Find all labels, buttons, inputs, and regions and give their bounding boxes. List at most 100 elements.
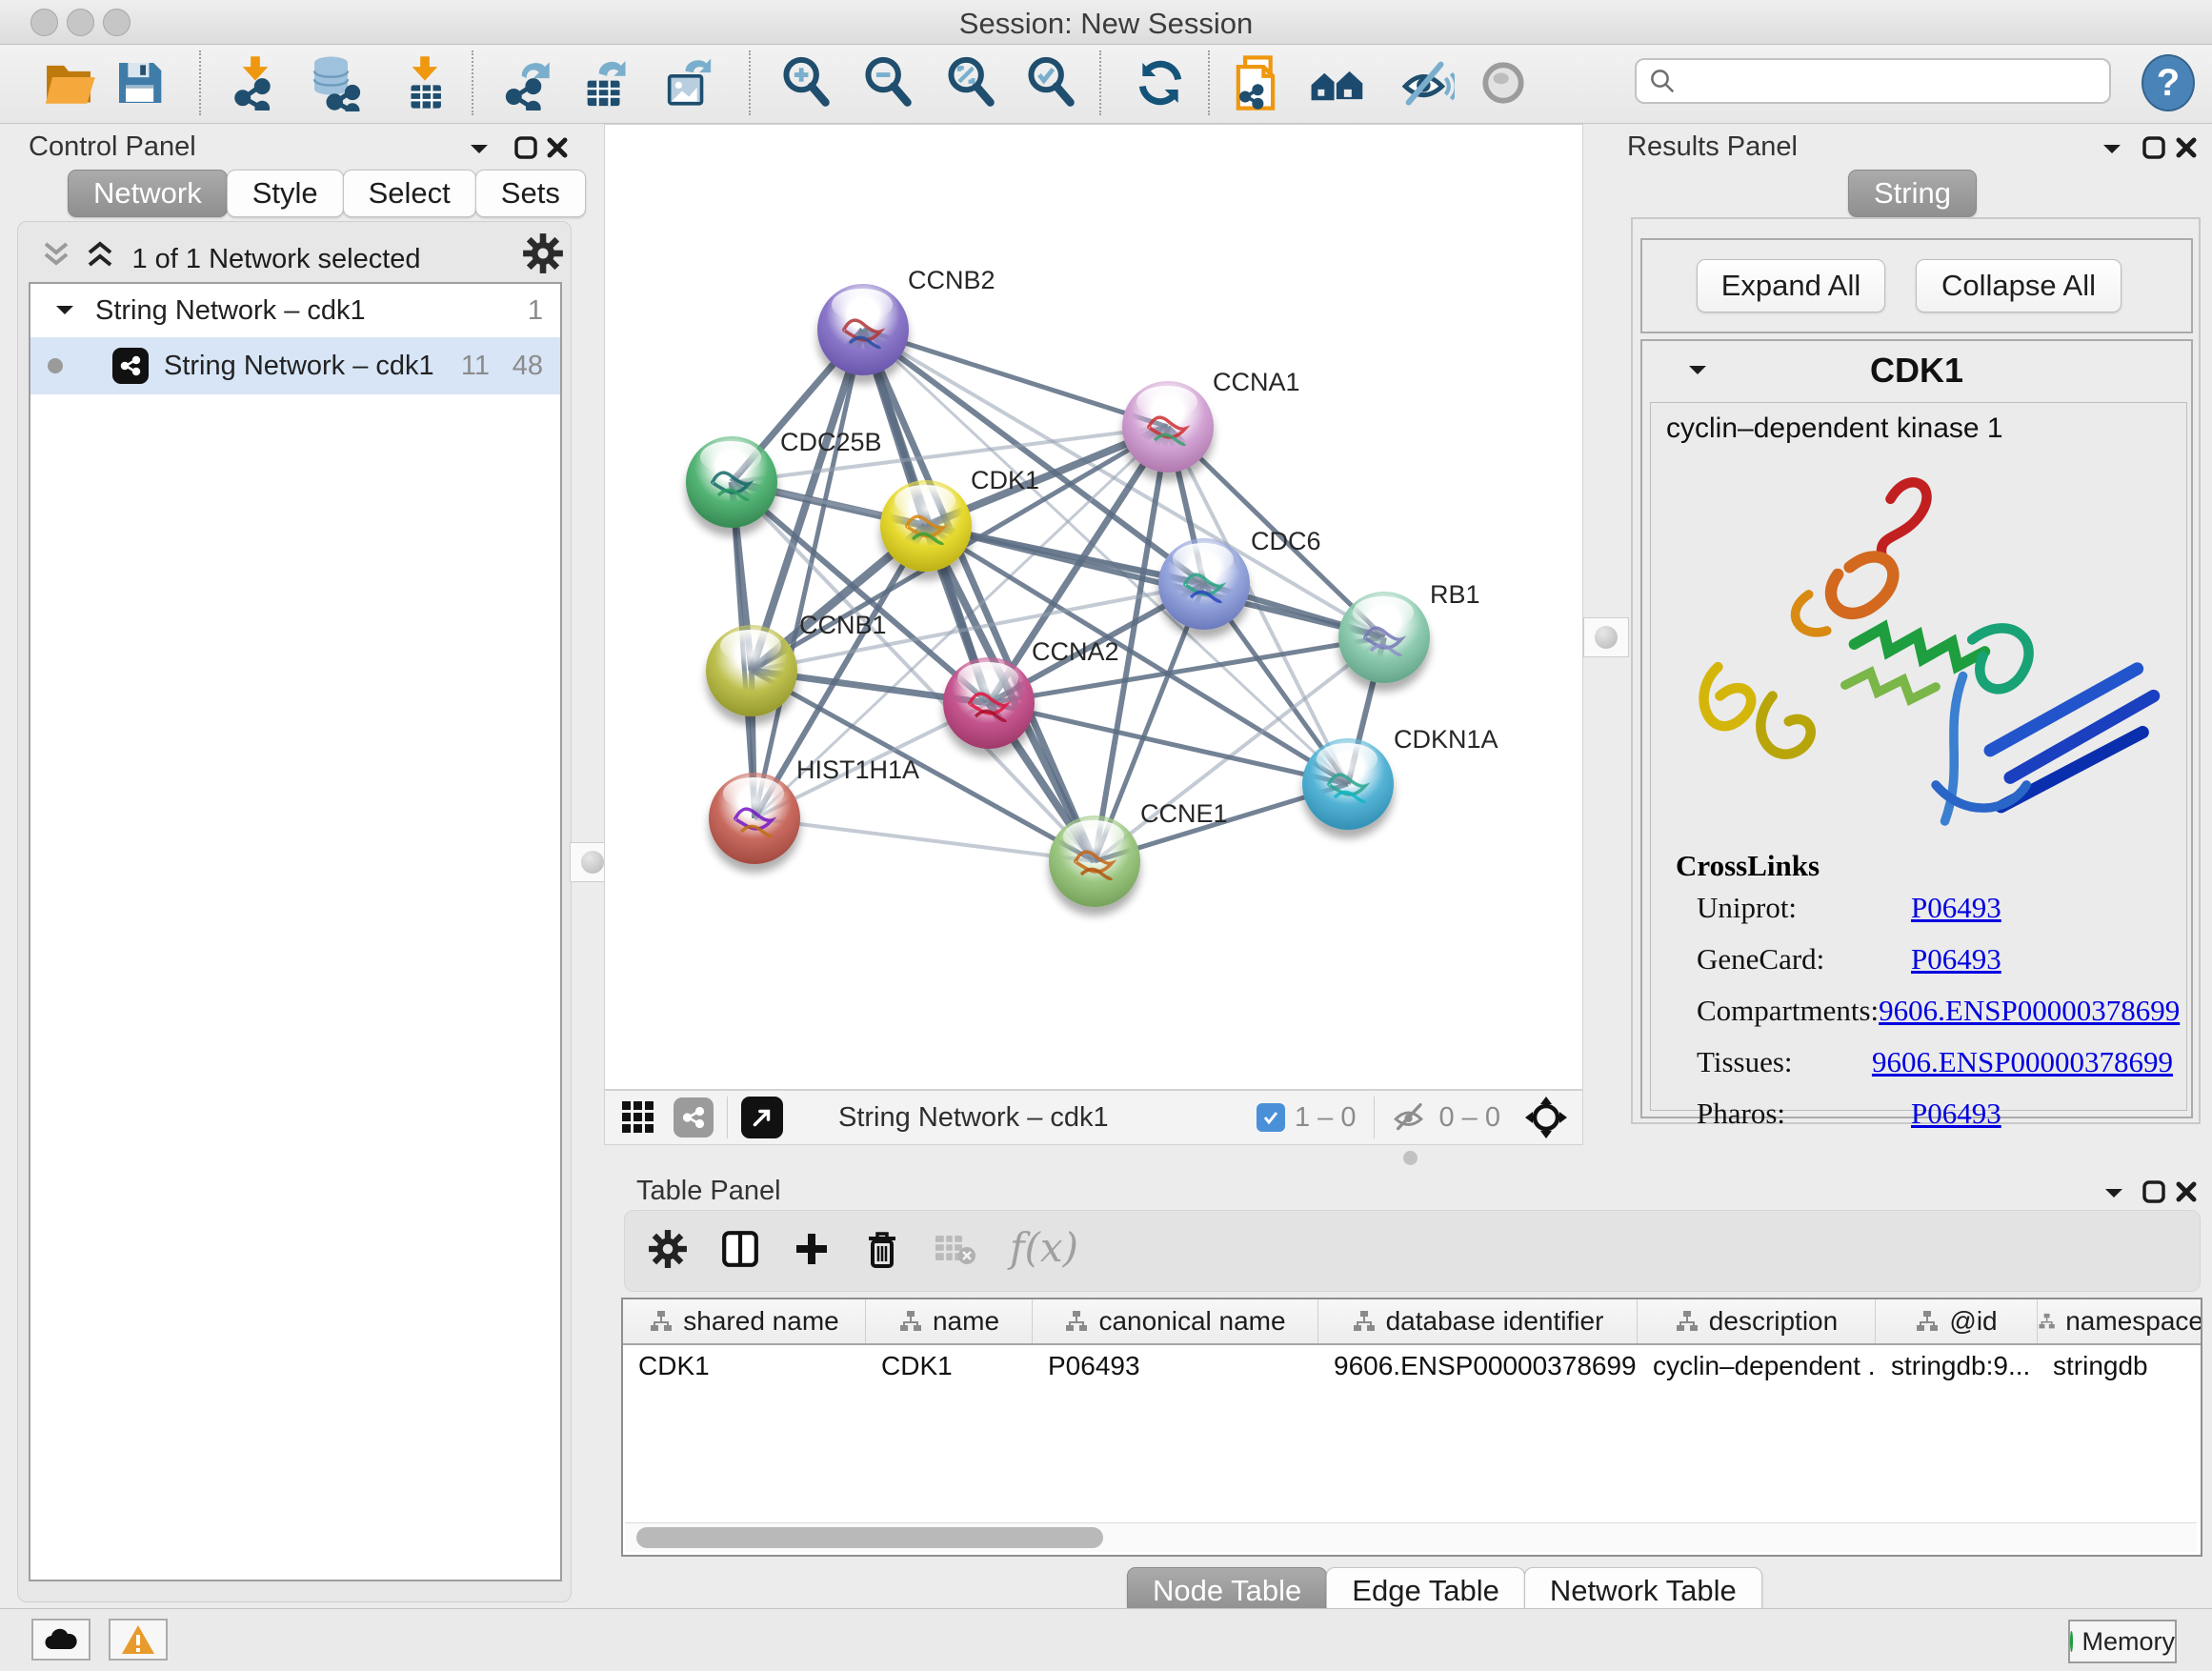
results-tab-string[interactable]: String bbox=[1848, 170, 1977, 217]
network-node-cdc25b[interactable] bbox=[686, 436, 777, 528]
zoom-selected-button[interactable] bbox=[1020, 52, 1081, 113]
table-cell[interactable]: cyclin–dependent ... bbox=[1638, 1345, 1876, 1389]
function-builder-button[interactable]: f(x) bbox=[1010, 1224, 1078, 1271]
show-columns-button[interactable] bbox=[720, 1229, 760, 1274]
column-header-description[interactable]: description bbox=[1638, 1299, 1876, 1343]
protein-thumbnail bbox=[1338, 592, 1430, 683]
splitter-dot[interactable] bbox=[1403, 1151, 1418, 1165]
network-node-ccna1[interactable] bbox=[1122, 381, 1214, 473]
hide-selected-button[interactable] bbox=[1397, 52, 1458, 113]
control-panel-close-button[interactable] bbox=[545, 135, 570, 160]
show-hidden-button[interactable] bbox=[1473, 52, 1534, 113]
import-network-database-button[interactable] bbox=[303, 52, 364, 113]
crosslink-link[interactable]: 9606.ENSP00000378699 bbox=[1879, 994, 2180, 1028]
expand-all-button[interactable]: Expand All bbox=[1697, 259, 1885, 312]
eye-slash-icon bbox=[1399, 55, 1455, 111]
scrollbar-thumb[interactable] bbox=[636, 1527, 1103, 1548]
network-collection-row[interactable]: String Network – cdk1 1 bbox=[30, 284, 560, 337]
network-node-ccna2[interactable] bbox=[943, 657, 1035, 749]
crosslink-link[interactable]: P06493 bbox=[1911, 1097, 2001, 1131]
plus-icon bbox=[793, 1230, 831, 1268]
add-column-button[interactable] bbox=[793, 1230, 831, 1273]
warning-status-button[interactable] bbox=[109, 1619, 168, 1661]
column-header-name[interactable]: name bbox=[866, 1299, 1033, 1343]
zoom-in-button[interactable] bbox=[775, 52, 836, 113]
network-node-rb1[interactable] bbox=[1338, 592, 1430, 683]
table-cell[interactable]: stringdb:9... bbox=[1876, 1345, 2038, 1389]
table-cell[interactable]: CDK1 bbox=[623, 1345, 866, 1389]
crosslinks-heading: CrossLinks bbox=[1676, 849, 1820, 883]
results-panel-collapse-button[interactable] bbox=[2101, 143, 2122, 156]
search-input[interactable] bbox=[1677, 66, 2109, 97]
table-settings-gear-button[interactable] bbox=[648, 1229, 688, 1274]
table-row[interactable]: CDK1CDK1P064939606.ENSP00000378699cyclin… bbox=[623, 1345, 2201, 1389]
network-node-ccnb2[interactable] bbox=[817, 284, 909, 375]
open-session-button[interactable] bbox=[38, 52, 99, 113]
column-header-canonical-name[interactable]: canonical name bbox=[1033, 1299, 1318, 1343]
network-node-ccne1[interactable] bbox=[1049, 815, 1140, 907]
results-panel-close-button[interactable] bbox=[2174, 135, 2199, 160]
network-node-ccnb1[interactable] bbox=[706, 625, 797, 716]
network-view-button[interactable] bbox=[674, 1097, 714, 1137]
tab-network[interactable]: Network bbox=[68, 170, 228, 217]
network-node-cdk1[interactable] bbox=[880, 480, 972, 572]
network-row-selected[interactable]: String Network – cdk1 11 48 bbox=[30, 337, 560, 394]
table-cell[interactable]: P06493 bbox=[1033, 1345, 1318, 1389]
collapse-all-button[interactable]: Collapse All bbox=[1916, 259, 2122, 312]
network-node-hist1h1a[interactable] bbox=[709, 773, 800, 864]
delete-column-button[interactable] bbox=[863, 1229, 901, 1274]
column-header-@id[interactable]: @id bbox=[1876, 1299, 2038, 1343]
import-network-file-button[interactable] bbox=[225, 52, 286, 113]
table-cell[interactable]: CDK1 bbox=[866, 1345, 1033, 1389]
table-cell[interactable]: stringdb bbox=[2038, 1345, 2202, 1389]
column-header-shared-name[interactable]: shared name bbox=[623, 1299, 866, 1343]
network-node-cdc6[interactable] bbox=[1158, 538, 1250, 630]
right-splitter-handle[interactable] bbox=[1583, 617, 1629, 657]
cloud-status-button[interactable] bbox=[31, 1619, 90, 1661]
column-header-namespace[interactable]: namespace bbox=[2038, 1299, 2202, 1343]
crosslink-link[interactable]: 9606.ENSP00000378699 bbox=[1872, 1045, 2173, 1079]
control-panel-float-button[interactable] bbox=[513, 135, 538, 160]
import-table-file-button[interactable] bbox=[394, 52, 455, 113]
detach-view-button[interactable] bbox=[741, 1097, 783, 1138]
delete-table-button[interactable] bbox=[934, 1232, 977, 1271]
birds-eye-crosshair-icon[interactable] bbox=[1523, 1095, 1569, 1140]
table-panel-close-button[interactable] bbox=[2174, 1179, 2199, 1204]
memory-button[interactable]: Memory bbox=[2068, 1620, 2177, 1663]
export-image-button[interactable] bbox=[657, 52, 718, 113]
horizontal-splitter[interactable] bbox=[604, 1145, 1583, 1170]
crosslink-link[interactable]: P06493 bbox=[1911, 942, 2001, 976]
help-button[interactable]: ? bbox=[2138, 52, 2199, 113]
control-panel-collapse-button[interactable] bbox=[469, 143, 490, 156]
tree-expander-icon[interactable] bbox=[55, 304, 74, 317]
table-toolbar: f(x) bbox=[624, 1210, 2201, 1292]
refresh-button[interactable] bbox=[1130, 52, 1191, 113]
tab-select[interactable]: Select bbox=[343, 170, 476, 217]
tab-sets[interactable]: Sets bbox=[475, 170, 586, 217]
save-session-button[interactable] bbox=[109, 52, 170, 113]
export-table-button[interactable] bbox=[575, 52, 636, 113]
network-node-cdkn1a[interactable] bbox=[1302, 738, 1394, 830]
grid-view-button[interactable] bbox=[620, 1097, 656, 1138]
network-canvas[interactable]: CCNB2CCNA1CDC25BCDK1CDC6RB1CCNB1CCNA2CDK… bbox=[604, 124, 1583, 1090]
column-header-label: canonical name bbox=[1098, 1306, 1285, 1337]
tab-style[interactable]: Style bbox=[227, 170, 344, 217]
export-network-button[interactable] bbox=[498, 52, 559, 113]
string-settings-button[interactable] bbox=[1307, 52, 1368, 113]
nav-separator bbox=[727, 1097, 728, 1138]
table-panel-float-button[interactable] bbox=[2142, 1179, 2166, 1204]
node-table: shared namename canonical name database id… bbox=[621, 1298, 2202, 1557]
zoom-out-button[interactable] bbox=[857, 52, 918, 113]
table-cell[interactable]: 9606.ENSP00000378699 bbox=[1318, 1345, 1638, 1389]
results-panel-float-button[interactable] bbox=[2142, 135, 2166, 160]
protein-thumbnail bbox=[817, 284, 909, 375]
crosslink-link[interactable]: P06493 bbox=[1911, 891, 2001, 925]
column-type-icon bbox=[2038, 1309, 2056, 1334]
table-panel-collapse-button[interactable] bbox=[2103, 1187, 2124, 1200]
network-options-gear-button[interactable] bbox=[522, 232, 564, 279]
zoom-fit-button[interactable] bbox=[940, 52, 1001, 113]
selected-checkbox-icon[interactable] bbox=[1257, 1103, 1285, 1132]
table-horizontal-scrollbar[interactable] bbox=[625, 1522, 2197, 1552]
duplicate-network-button[interactable] bbox=[1231, 52, 1292, 113]
column-header-database-identifier[interactable]: database identifier bbox=[1318, 1299, 1638, 1343]
